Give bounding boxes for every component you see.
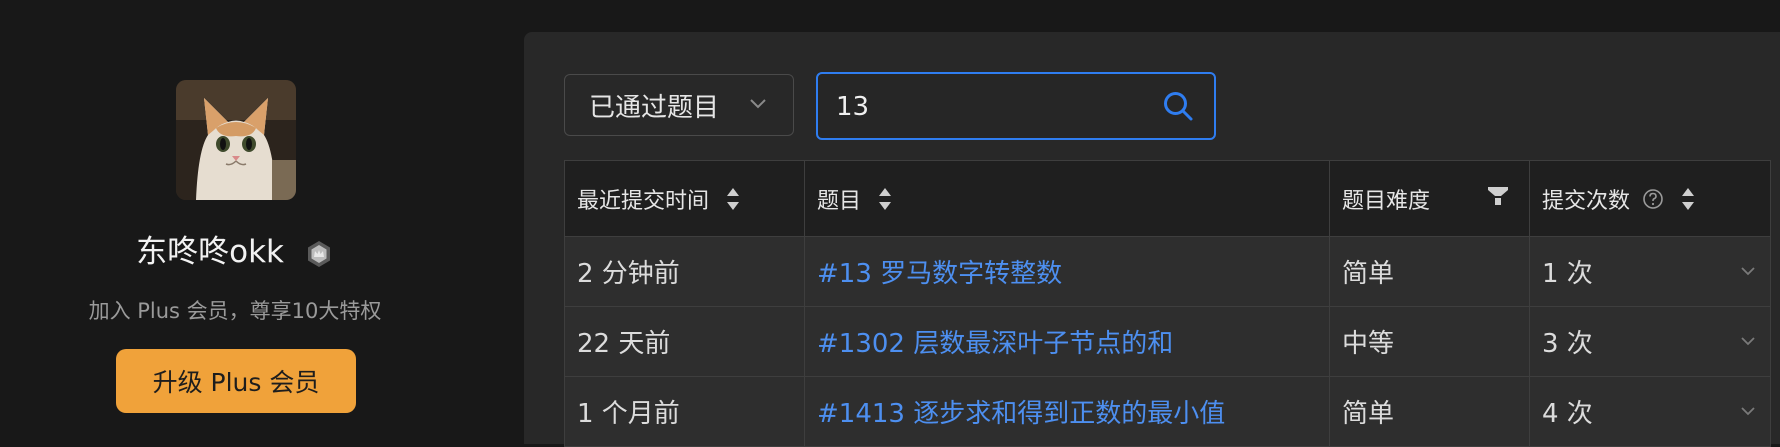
plus-description: 加入 Plus 会员，尊享10大特权 xyxy=(88,299,382,323)
expand-chevron-icon[interactable] xyxy=(1740,405,1756,417)
status-filter-select[interactable]: 已通过题目 xyxy=(564,74,794,136)
filter-icon[interactable] xyxy=(1487,185,1509,207)
header-submissions[interactable]: 提交次数 xyxy=(1529,160,1771,237)
main-panel: 已通过题目 最近提交时间 xyxy=(524,32,1780,447)
submissions-count: 3 次 xyxy=(1542,329,1593,359)
header-problem[interactable]: 题目 xyxy=(804,160,1330,237)
table-row[interactable]: 2 分钟前 #13 罗马数字转整数 简单 1 次 xyxy=(564,236,1771,307)
search-box[interactable] xyxy=(816,72,1216,140)
expand-chevron-icon[interactable] xyxy=(1740,335,1756,347)
search-input[interactable] xyxy=(834,84,1138,130)
upgrade-plus-button[interactable]: 升级 Plus 会员 xyxy=(116,349,356,413)
profile-sidebar: 东咚咚okk 加入 Plus 会员，尊享10大特权 升级 Plus 会员 xyxy=(0,0,524,444)
header-difficulty-label: 题目难度 xyxy=(1342,188,1431,214)
help-icon[interactable] xyxy=(1642,188,1664,210)
username-text: 东咚咚okk xyxy=(136,234,284,270)
cell-time: 2 分钟前 xyxy=(564,236,805,307)
header-time-label: 最近提交时间 xyxy=(577,188,710,214)
cell-difficulty: 简单 xyxy=(1329,376,1530,447)
sort-icon[interactable] xyxy=(877,186,893,212)
header-submissions-label: 提交次数 xyxy=(1542,188,1631,214)
cell-problem: #13 罗马数字转整数 xyxy=(804,236,1330,307)
table-header-row: 最近提交时间 题目 题目难度 提交次数 xyxy=(564,160,1771,237)
problem-link[interactable]: #13 罗马数字转整数 xyxy=(817,259,1062,289)
table-row[interactable]: 22 天前 #1302 层数最深叶子节点的和 中等 3 次 xyxy=(564,306,1771,377)
sort-icon[interactable] xyxy=(1680,186,1696,212)
cell-difficulty: 中等 xyxy=(1329,306,1530,377)
cell-submissions: 1 次 xyxy=(1529,236,1771,307)
header-problem-label: 题目 xyxy=(817,188,862,214)
cat-avatar-image xyxy=(176,80,296,200)
problem-link[interactable]: #1413 逐步求和得到正数的最小值 xyxy=(817,399,1225,429)
table-row[interactable]: 1 个月前 #1413 逐步求和得到正数的最小值 简单 4 次 xyxy=(564,376,1771,447)
cell-problem: #1413 逐步求和得到正数的最小值 xyxy=(804,376,1330,447)
sort-icon[interactable] xyxy=(725,186,741,212)
problem-link[interactable]: #1302 层数最深叶子节点的和 xyxy=(817,329,1173,359)
expand-chevron-icon[interactable] xyxy=(1740,265,1756,277)
chevron-down-icon xyxy=(750,99,766,109)
cell-submissions: 4 次 xyxy=(1529,376,1771,447)
username: 东咚咚okk xyxy=(0,226,470,271)
avatar[interactable] xyxy=(176,80,296,200)
level-badge-icon xyxy=(307,240,330,267)
cell-difficulty: 简单 xyxy=(1329,236,1530,307)
cell-time: 22 天前 xyxy=(564,306,805,377)
submissions-count: 4 次 xyxy=(1542,399,1593,429)
submissions-table: 最近提交时间 题目 题目难度 提交次数 2 分钟前 #13 罗马数字转整数 简单… xyxy=(564,160,1771,447)
status-filter-value: 已通过题目 xyxy=(589,92,720,123)
header-time[interactable]: 最近提交时间 xyxy=(564,160,805,237)
cell-time: 1 个月前 xyxy=(564,376,805,447)
header-difficulty[interactable]: 题目难度 xyxy=(1329,160,1530,237)
cell-problem: #1302 层数最深叶子节点的和 xyxy=(804,306,1330,377)
submissions-count: 1 次 xyxy=(1542,259,1593,289)
search-icon[interactable] xyxy=(1162,90,1194,122)
cell-submissions: 3 次 xyxy=(1529,306,1771,377)
